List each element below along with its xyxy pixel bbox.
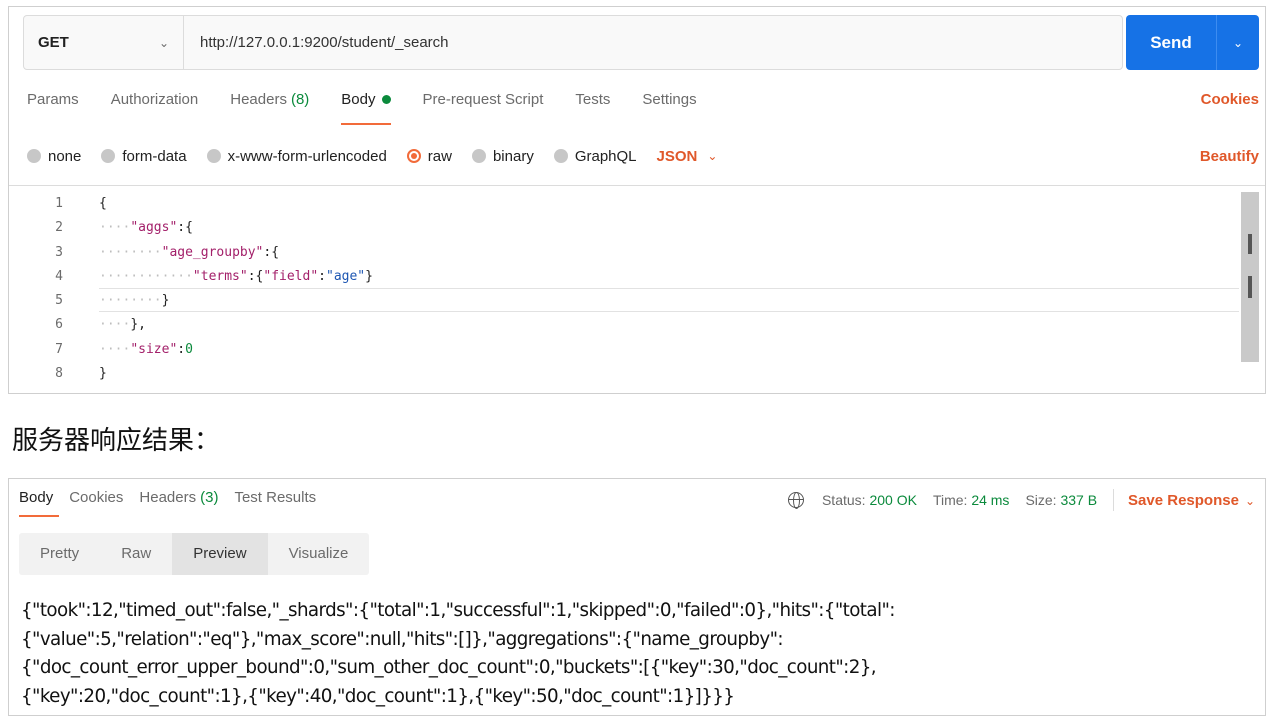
radio-icon bbox=[206, 149, 221, 163]
response-line: {"took":12,"timed_out":false,"_shards":{… bbox=[21, 600, 895, 621]
radio-selected-icon bbox=[406, 149, 421, 163]
send-label: Send bbox=[1150, 32, 1192, 52]
size-indicator[interactable]: Size: 337 B bbox=[1025, 492, 1097, 508]
response-line: {"doc_count_error_upper_bound":0,"sum_ot… bbox=[21, 657, 877, 678]
line-number: 1 bbox=[55, 196, 63, 211]
code-line: ········} bbox=[99, 293, 170, 309]
url-bar: GET ⌄ http://127.0.0.1:9200/student/_sea… bbox=[23, 15, 1123, 70]
radio-x-www-form-urlencoded[interactable]: x-www-form-urlencoded bbox=[206, 148, 387, 165]
editor-scrollbar[interactable] bbox=[1241, 192, 1259, 362]
tab-pre-request-script[interactable]: Pre-request Script bbox=[423, 91, 544, 125]
line-number: 4 bbox=[55, 268, 63, 284]
radio-form-data[interactable]: form-data bbox=[101, 148, 187, 165]
view-tab-pretty[interactable]: Pretty bbox=[19, 533, 100, 575]
tab-response-headers[interactable]: Headers (3) bbox=[139, 489, 218, 517]
chevron-down-icon: ⌄ bbox=[1244, 493, 1255, 508]
beautify-link[interactable]: Beautify bbox=[1200, 148, 1259, 165]
chevron-down-icon: ⌄ bbox=[158, 35, 169, 50]
response-headers-count: (3) bbox=[200, 489, 219, 506]
view-tab-visualize[interactable]: Visualize bbox=[268, 533, 370, 575]
status-indicator[interactable]: Status: 200 OK bbox=[822, 492, 917, 508]
radio-icon bbox=[101, 149, 116, 163]
code-line: ············"terms":{"field":"age"} bbox=[99, 268, 373, 284]
radio-binary[interactable]: binary bbox=[471, 148, 534, 165]
tab-tests[interactable]: Tests bbox=[575, 91, 610, 125]
tab-body[interactable]: Body bbox=[341, 91, 391, 125]
save-response-button[interactable]: Save Response ⌄ bbox=[1128, 492, 1255, 509]
format-select[interactable]: JSON ⌄ bbox=[657, 148, 718, 165]
line-number: 5 bbox=[55, 293, 63, 309]
send-button[interactable]: Send ⌄ bbox=[1126, 15, 1259, 70]
line-number: 7 bbox=[55, 341, 63, 357]
divider bbox=[1113, 489, 1115, 511]
response-panel: Body Cookies Headers (3) Test Results Sta… bbox=[8, 478, 1266, 716]
code-line: ····"aggs":{ bbox=[99, 220, 193, 236]
radio-icon bbox=[471, 149, 486, 163]
cookies-link[interactable]: Cookies bbox=[1201, 91, 1259, 108]
globe-icon[interactable] bbox=[787, 492, 804, 509]
radio-icon bbox=[27, 149, 41, 163]
tab-response-cookies[interactable]: Cookies bbox=[69, 489, 123, 517]
response-line: {"value":5,"relation":"eq"},"max_score":… bbox=[21, 628, 784, 650]
request-panel: GET ⌄ http://127.0.0.1:9200/student/_sea… bbox=[8, 6, 1266, 394]
method-select[interactable]: GET ⌄ bbox=[24, 16, 184, 69]
code-line: { bbox=[99, 196, 107, 211]
radio-none[interactable]: none bbox=[27, 148, 81, 165]
response-caption: 服务器响应结果： bbox=[12, 426, 221, 456]
line-number: 2 bbox=[55, 220, 63, 236]
response-tabs: Body Cookies Headers (3) Test Results bbox=[19, 489, 332, 517]
line-number: 8 bbox=[55, 366, 63, 382]
code-editor[interactable]: 1 2 3 4 5 6 7 8 { ····"aggs":{ ········"ag… bbox=[9, 185, 1265, 393]
request-tabs: Params Authorization Headers (8) Body Pre… bbox=[27, 91, 1259, 127]
size-value: 337 B bbox=[1060, 492, 1098, 508]
scroll-marker bbox=[1248, 234, 1252, 254]
code-line: ····}, bbox=[99, 317, 146, 333]
radio-icon bbox=[553, 149, 568, 163]
tab-params[interactable]: Params bbox=[27, 91, 79, 125]
view-tab-preview[interactable]: Preview bbox=[172, 533, 268, 575]
status-value: 200 OK bbox=[869, 492, 917, 508]
scroll-marker bbox=[1248, 276, 1252, 298]
tab-response-body[interactable]: Body bbox=[19, 489, 60, 517]
radio-raw[interactable]: raw bbox=[406, 148, 452, 165]
response-body-preview: {"took":12,"timed_out":false,"_shards":{… bbox=[21, 597, 1251, 711]
radio-graphql[interactable]: GraphQL bbox=[553, 148, 637, 165]
tab-test-results[interactable]: Test Results bbox=[234, 489, 316, 517]
tab-settings[interactable]: Settings bbox=[642, 91, 696, 125]
view-mode-tabs: Pretty Raw Preview Visualize bbox=[19, 533, 370, 575]
code-line: ········"age_groupby":{ bbox=[99, 244, 280, 260]
time-value: 24 ms bbox=[971, 492, 1010, 508]
headers-count: (8) bbox=[290, 91, 310, 108]
tab-headers[interactable]: Headers (8) bbox=[230, 91, 309, 125]
view-tab-raw[interactable]: Raw bbox=[100, 533, 172, 575]
time-indicator[interactable]: Time: 24 ms bbox=[933, 492, 1010, 508]
code-content[interactable]: { ····"aggs":{ ········"age_groupby":{ ····… bbox=[99, 192, 373, 386]
line-number: 3 bbox=[55, 244, 63, 260]
chevron-down-icon: ⌄ bbox=[707, 149, 718, 163]
line-number: 6 bbox=[55, 317, 63, 333]
response-meta: Status: 200 OK Time: 24 ms Size: 337 B S… bbox=[787, 489, 1255, 511]
body-modified-dot-icon bbox=[381, 95, 391, 104]
code-line: } bbox=[99, 366, 107, 382]
line-numbers: 1 2 3 4 5 6 7 8 bbox=[9, 192, 83, 386]
body-type-selector: none form-data x-www-form-urlencoded raw… bbox=[27, 143, 1259, 169]
tab-authorization[interactable]: Authorization bbox=[111, 91, 199, 125]
send-options-chevron-icon[interactable]: ⌄ bbox=[1217, 36, 1259, 50]
response-line: {"key":20,"doc_count":1},{"key":40,"doc_… bbox=[21, 685, 735, 707]
code-line: ····"size":0 bbox=[99, 341, 193, 357]
url-input[interactable]: http://127.0.0.1:9200/student/_search bbox=[184, 34, 1122, 51]
format-label: JSON bbox=[656, 147, 698, 165]
method-label: GET bbox=[38, 34, 69, 51]
